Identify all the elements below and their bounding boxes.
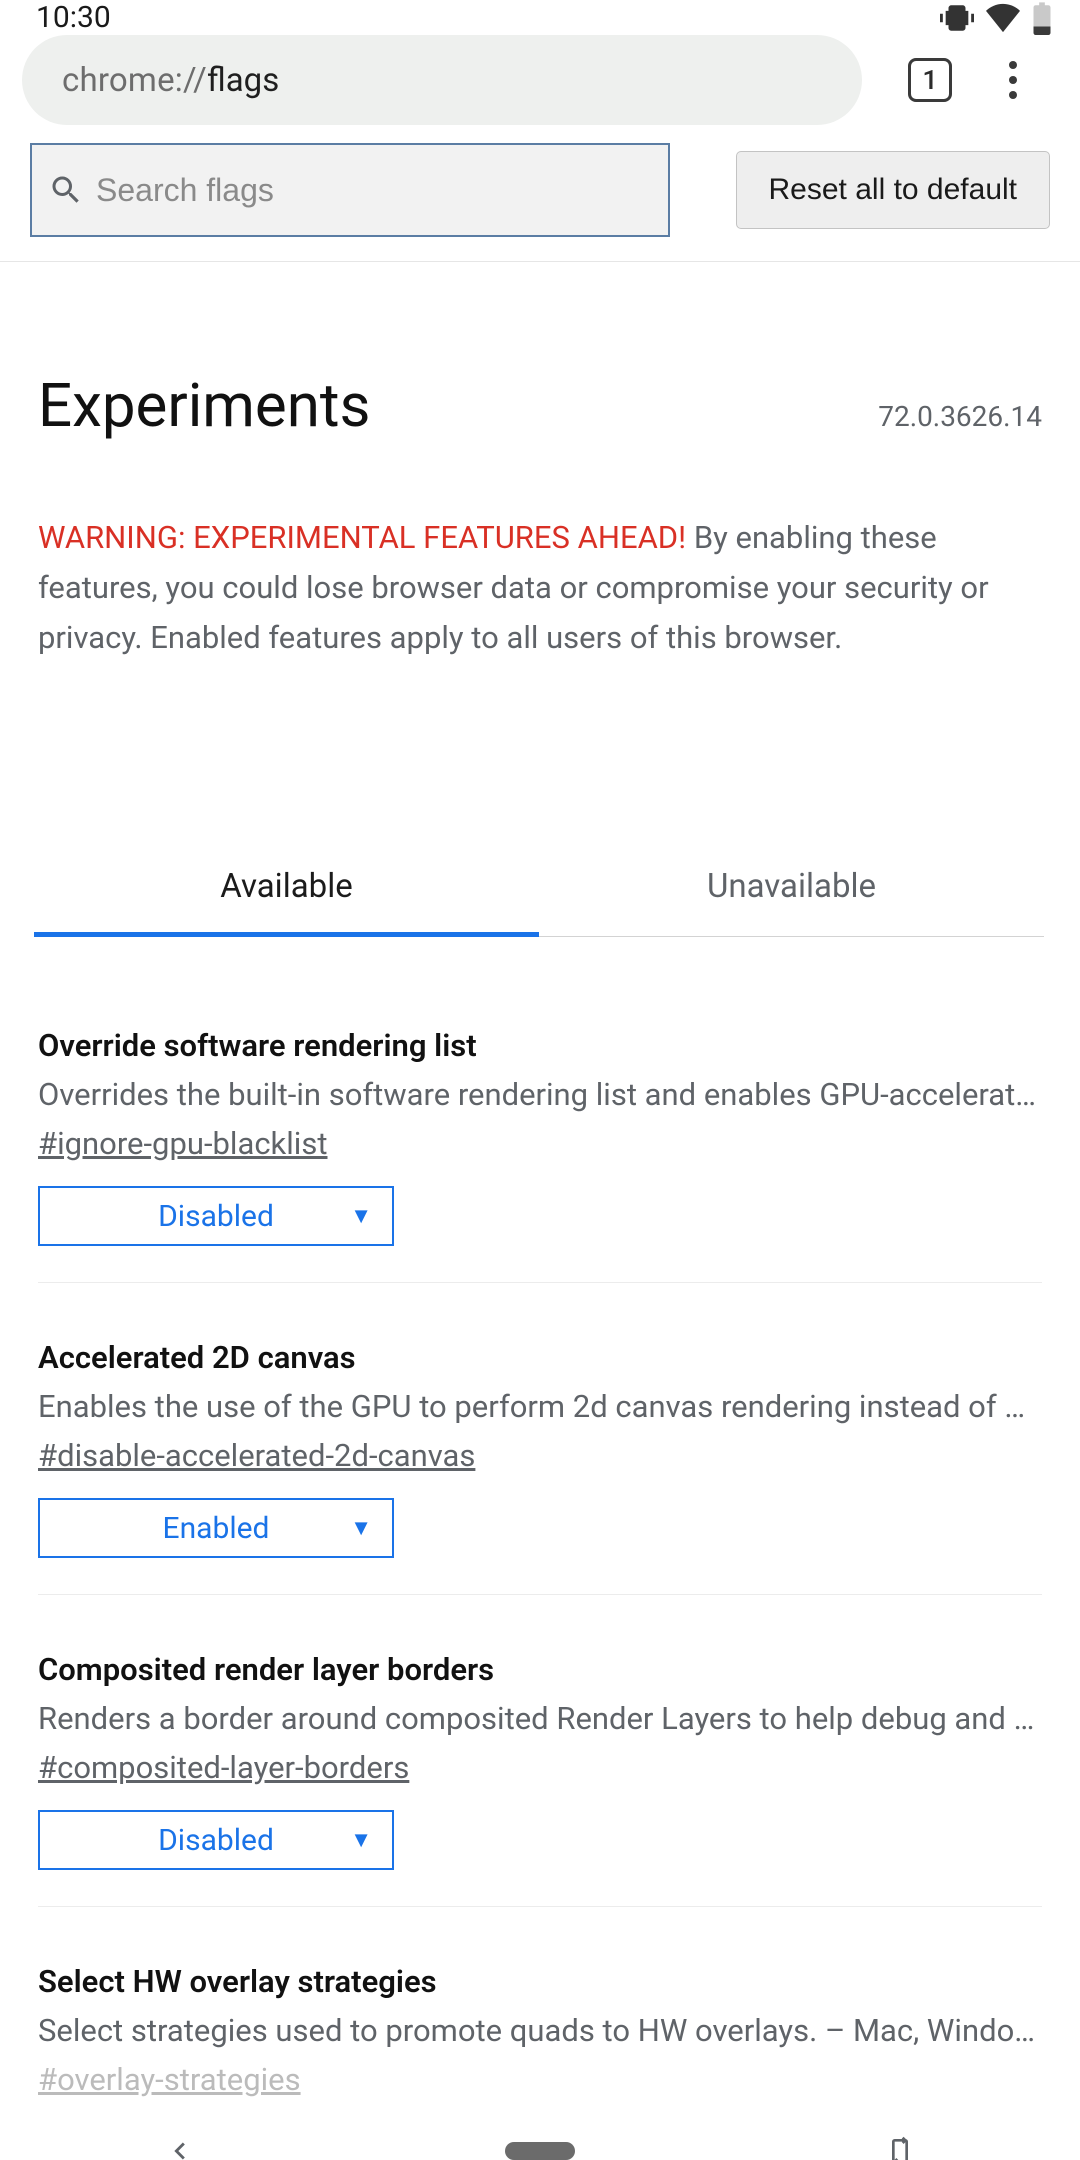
url-prefix: chrome:// [62, 61, 207, 100]
flag-title: Composited render layer borders [38, 1651, 1042, 1688]
flag-description: Overrides the built-in software renderin… [38, 1076, 1042, 1113]
flag-dropdown[interactable]: Disabled ▼ [38, 1810, 394, 1870]
tab-available[interactable]: Available [34, 849, 539, 937]
chevron-down-icon: ▼ [350, 1515, 372, 1541]
flag-description: Select strategies used to promote quads … [38, 2012, 1042, 2049]
flag-description: Renders a border around composited Rende… [38, 1700, 1042, 1737]
status-time: 10:30 [36, 0, 111, 35]
flag-item: Accelerated 2D canvas Enables the use of… [38, 1339, 1042, 1595]
overflow-menu-button[interactable] [988, 55, 1038, 105]
flag-permalink[interactable]: #ignore-gpu-blacklist [38, 1125, 328, 1162]
flag-description: Enables the use of the GPU to perform 2d… [38, 1388, 1042, 1425]
page-title: Experiments [38, 370, 370, 441]
nav-rotate-button[interactable] [840, 2135, 960, 2160]
more-vert-icon [1009, 61, 1017, 99]
flag-tabs: Available Unavailable [34, 849, 1044, 937]
omnibox[interactable]: chrome://flags [22, 35, 862, 125]
nav-back-button[interactable] [120, 2134, 240, 2160]
tab-count: 1 [922, 64, 937, 96]
flag-title: Accelerated 2D canvas [38, 1339, 1042, 1376]
flag-value: Disabled [158, 1823, 274, 1858]
rotate-icon [884, 2135, 916, 2160]
battery-icon [1032, 1, 1052, 35]
flag-dropdown[interactable]: Enabled ▼ [38, 1498, 394, 1558]
status-bar: 10:30 [0, 0, 1080, 35]
chevron-left-icon [163, 2134, 197, 2160]
tab-unavailable[interactable]: Unavailable [539, 849, 1044, 936]
browser-toolbar: chrome://flags 1 [0, 35, 1080, 125]
nav-home-button[interactable] [480, 2142, 600, 2160]
tab-switcher-button[interactable]: 1 [908, 58, 952, 102]
warning-strong: WARNING: EXPERIMENTAL FEATURES AHEAD! [38, 519, 686, 556]
search-icon [48, 172, 84, 208]
url-path: flags [207, 61, 279, 100]
flag-item: Select HW overlay strategies Select stra… [38, 1963, 1042, 2134]
chrome-version: 72.0.3626.14 [878, 400, 1042, 433]
flag-list: Override software rendering list Overrid… [38, 1027, 1042, 2134]
chevron-down-icon: ▼ [350, 1827, 372, 1853]
search-flags-field[interactable] [30, 143, 670, 237]
flag-value: Enabled [163, 1511, 270, 1546]
flag-item: Override software rendering list Overrid… [38, 1027, 1042, 1283]
flag-value: Disabled [158, 1199, 274, 1234]
chevron-down-icon: ▼ [350, 1203, 372, 1229]
reset-all-button[interactable]: Reset all to default [736, 151, 1050, 229]
home-pill-icon [505, 2142, 575, 2160]
flag-dropdown[interactable]: Disabled ▼ [38, 1186, 394, 1246]
flag-permalink[interactable]: #disable-accelerated-2d-canvas [38, 1437, 475, 1474]
flags-page: Experiments 72.0.3626.14 WARNING: EXPERI… [0, 262, 1080, 2134]
flag-title: Override software rendering list [38, 1027, 1042, 1064]
status-icons [940, 1, 1052, 35]
system-nav-bar [0, 2134, 1080, 2160]
flags-toolbar: Reset all to default [0, 125, 1080, 262]
flag-item: Composited render layer borders Renders … [38, 1651, 1042, 1907]
wifi-icon [986, 3, 1020, 33]
vibrate-icon [940, 1, 974, 35]
flag-permalink[interactable]: #overlay-strategies [38, 2061, 301, 2098]
warning-text: WARNING: EXPERIMENTAL FEATURES AHEAD! By… [38, 513, 1042, 663]
flag-permalink[interactable]: #composited-layer-borders [38, 1749, 409, 1786]
search-input[interactable] [96, 172, 652, 209]
flag-title: Select HW overlay strategies [38, 1963, 1042, 2000]
